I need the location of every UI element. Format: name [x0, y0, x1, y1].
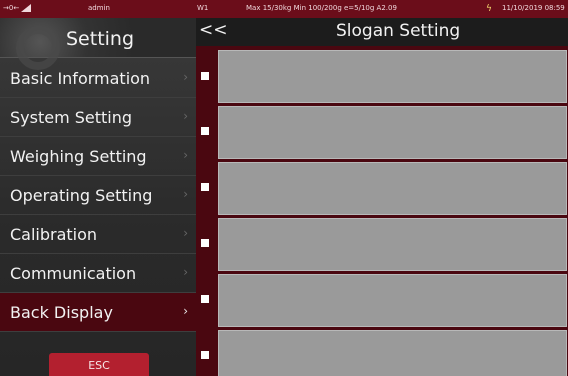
chevron-right-icon: › [183, 265, 188, 279]
status-datetime: 11/10/2019 08:59 [502, 4, 565, 12]
sidebar-title: Setting [66, 28, 135, 50]
slogan-field-5[interactable] [218, 274, 567, 327]
back-button[interactable]: << [199, 20, 228, 40]
slogan-field-3[interactable] [218, 162, 567, 215]
main-header: << Slogan Setting [196, 18, 568, 46]
signal-icon [21, 4, 32, 12]
sidebar-item-basic-information[interactable]: Basic Information › [0, 59, 196, 98]
slogan-field-2[interactable] [218, 106, 567, 159]
status-weigh-mode: W1 [197, 4, 209, 12]
chevron-right-icon: › [183, 226, 188, 240]
bullet-icon [201, 295, 209, 303]
status-user: admin [88, 4, 110, 12]
status-capacity: Max 15/30kg Min 100/200g e=5/10g A2.09 [246, 4, 397, 12]
lightning-icon: ϟ [486, 4, 492, 14]
sidebar-item-label: Back Display [10, 302, 113, 322]
slogan-row [196, 218, 568, 274]
chevron-right-icon: › [183, 148, 188, 162]
bullet-icon [201, 72, 209, 80]
sidebar: Setting Basic Information › System Setti… [0, 18, 196, 376]
chevron-right-icon: › [183, 70, 188, 84]
chevron-right-icon: › [183, 304, 188, 318]
chevron-right-icon: › [183, 109, 188, 123]
zero-indicator-icon: →0← [3, 4, 32, 12]
slogan-field-4[interactable] [218, 218, 567, 271]
sidebar-header: Setting [0, 18, 196, 70]
sidebar-item-back-display[interactable]: Back Display › [0, 293, 196, 332]
sidebar-item-label: Basic Information [10, 68, 151, 88]
slogan-row [196, 106, 568, 162]
bullet-icon [201, 351, 209, 359]
sidebar-item-calibration[interactable]: Calibration › [0, 215, 196, 254]
main-panel: << Slogan Setting [196, 18, 568, 376]
sidebar-item-operating-setting[interactable]: Operating Setting › [0, 176, 196, 215]
bullet-icon [201, 239, 209, 247]
sidebar-item-system-setting[interactable]: System Setting › [0, 98, 196, 137]
page-title: Slogan Setting [336, 21, 461, 41]
esc-button[interactable]: ESC [49, 353, 149, 376]
bullet-icon [201, 183, 209, 191]
slogan-field-6[interactable] [218, 330, 567, 376]
sidebar-item-communication[interactable]: Communication › [0, 254, 196, 293]
sidebar-item-label: Operating Setting [10, 185, 153, 205]
sidebar-item-label: Calibration [10, 224, 98, 244]
sidebar-item-label: System Setting [10, 107, 133, 127]
bullet-icon [201, 127, 209, 135]
chevron-right-icon: › [183, 187, 188, 201]
zero-indicator-text: →0← [3, 4, 20, 12]
sidebar-item-weighing-setting[interactable]: Weighing Setting › [0, 137, 196, 176]
sidebar-item-label: Weighing Setting [10, 146, 147, 166]
slogan-row [196, 162, 568, 218]
slogan-row [196, 274, 568, 330]
sidebar-item-label: Communication [10, 263, 137, 283]
slogan-row [196, 50, 568, 106]
status-bar: →0← admin W1 Max 15/30kg Min 100/200g e=… [0, 0, 568, 18]
slogan-row [196, 330, 568, 376]
slogan-field-1[interactable] [218, 50, 567, 103]
